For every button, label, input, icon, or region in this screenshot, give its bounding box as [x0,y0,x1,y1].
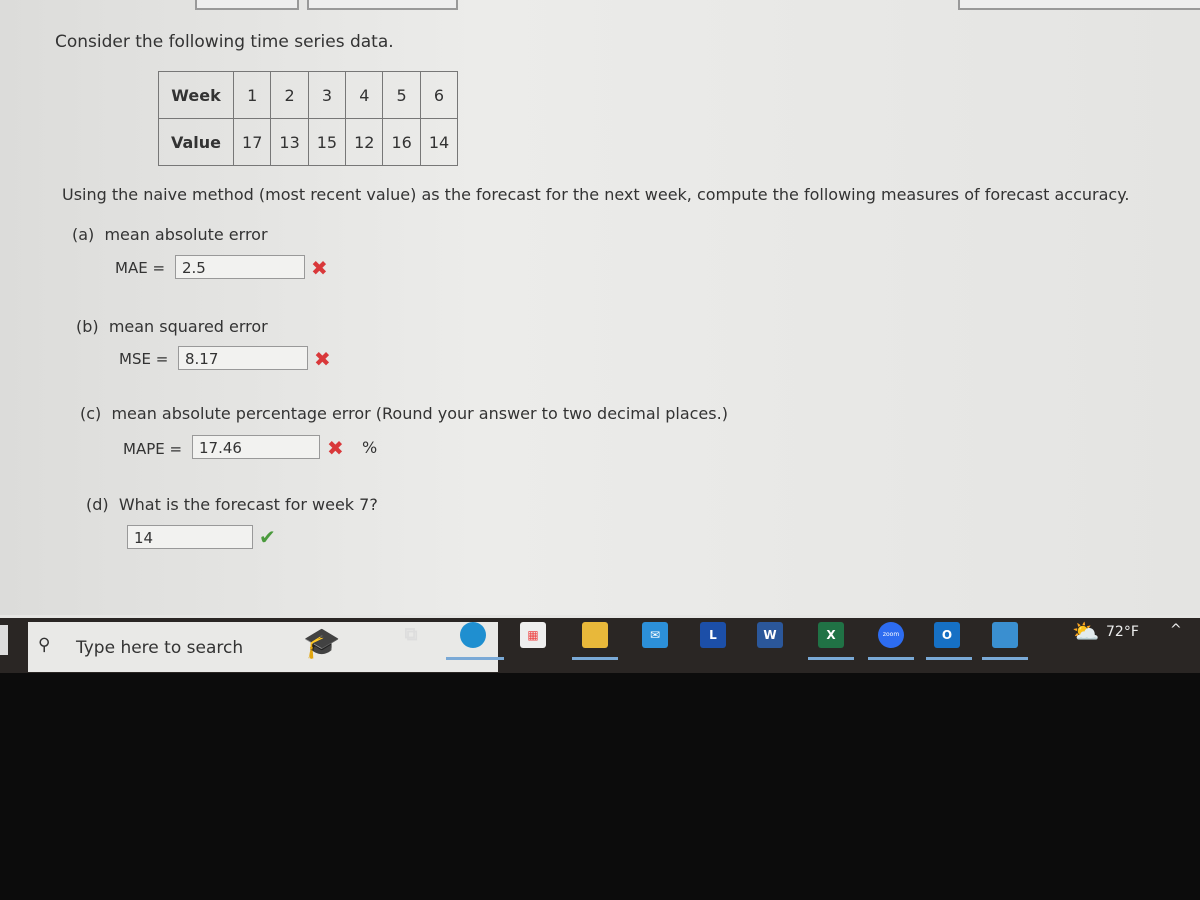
part-label: (d) [86,495,109,514]
table-row-week: Week 1 2 3 4 5 6 [157,71,459,119]
chevron-up-icon[interactable]: ^ [1170,622,1182,638]
l-app-icon[interactable]: L [700,622,726,648]
part-c: (c) mean absolute percentage error (Roun… [80,404,728,423]
top-button[interactable] [307,0,458,10]
wrong-icon: ✖ [314,347,331,371]
part-label: (b) [76,317,99,336]
question-intro: Consider the following time series data. [55,32,394,52]
cell: 1 [233,71,272,119]
mape-label: MAPE = [123,440,183,458]
time-series-table: Week 1 2 3 4 5 6 Value 17 13 15 12 16 14 [157,71,459,166]
part-text: mean absolute percentage error (Round yo… [111,404,728,423]
search-icon: ⚲ [38,635,51,655]
mail-icon[interactable]: ✉ [642,622,668,648]
cell: 12 [345,118,384,166]
percent-unit: % [362,438,378,457]
mae-label: MAE = [115,259,166,277]
cell: 5 [382,71,421,119]
top-button[interactable] [958,0,1200,10]
store-icon[interactable]: ▦ [520,622,546,648]
top-button[interactable] [195,0,299,10]
part-a: (a) mean absolute error [72,225,268,244]
table-row-value: Value 17 13 15 12 16 14 [157,118,459,166]
cell: 15 [307,118,347,166]
active-indicator [982,657,1028,660]
photos-icon[interactable] [992,622,1018,648]
wrong-icon: ✖ [311,256,328,280]
cell: 2 [270,71,309,119]
start-button[interactable] [0,625,8,655]
row-label: Value [157,118,235,166]
search-placeholder: Type here to search [76,638,244,658]
word-icon[interactable]: W [757,622,783,648]
active-indicator [926,657,972,660]
zoom-icon[interactable]: zoom [878,622,904,648]
weather-icon[interactable]: ⛅ [1072,620,1099,645]
taskbar-search[interactable]: ⚲ Type here to search 🎓 [28,622,498,672]
edge-icon[interactable] [460,622,486,648]
mape-input[interactable]: 17.46 [192,435,320,459]
part-label: (a) [72,225,95,244]
laptop-bezel [0,673,1200,900]
instructions: Using the naive method (most recent valu… [62,185,1130,204]
part-text: What is the forecast for week 7? [118,495,378,514]
cell: 3 [307,71,347,119]
part-b: (b) mean squared error [76,317,268,336]
row-label: Week [157,71,235,119]
excel-icon[interactable]: X [818,622,844,648]
cell: 6 [419,71,459,119]
active-indicator [808,657,854,660]
active-indicator [572,657,618,660]
file-explorer-icon[interactable] [582,622,608,648]
mae-input[interactable]: 2.5 [175,255,305,279]
wrong-icon: ✖ [327,436,344,460]
check-icon: ✔ [259,525,276,549]
cell: 4 [345,71,384,119]
cell: 16 [382,118,421,166]
forecast-input[interactable]: 14 [127,525,253,549]
mse-label: MSE = [119,350,169,368]
part-label: (c) [80,404,102,423]
part-text: mean squared error [108,317,268,336]
cell: 13 [270,118,309,166]
outlook-new-icon[interactable]: O [934,622,960,648]
cell: 14 [419,118,459,166]
weather-temp[interactable]: 72°F [1106,624,1139,640]
part-d: (d) What is the forecast for week 7? [86,495,378,514]
part-text: mean absolute error [104,225,268,244]
cell: 17 [233,118,272,166]
active-indicator [446,657,504,660]
mse-input[interactable]: 8.17 [178,346,308,370]
graduation-cap-icon: 🎓 [303,626,341,661]
task-view-icon[interactable]: ⧉ [398,622,424,648]
active-indicator [868,657,914,660]
